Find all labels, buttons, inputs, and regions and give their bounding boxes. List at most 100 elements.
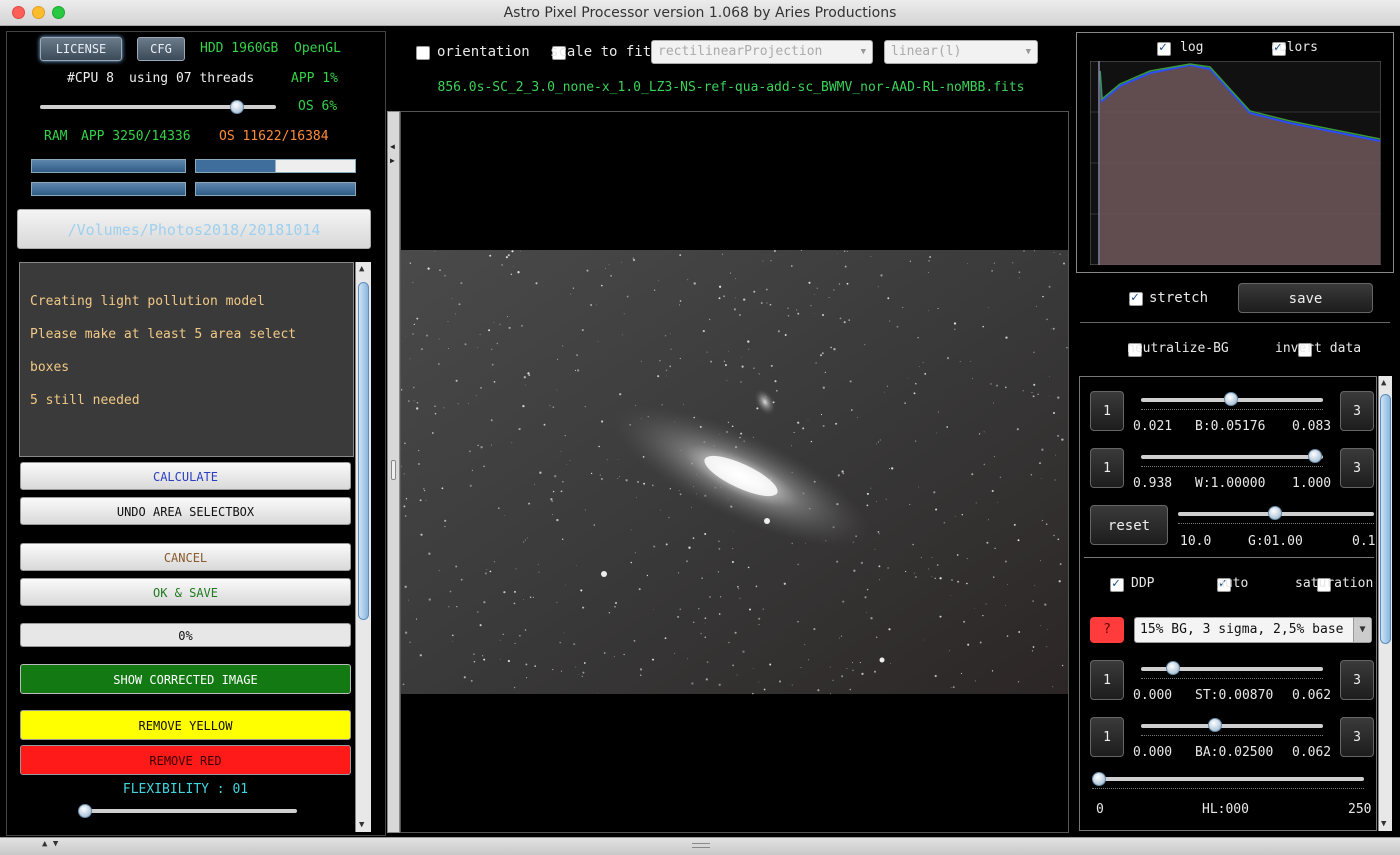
w-slider[interactable] <box>1141 455 1323 459</box>
thread-slider-knob[interactable] <box>230 100 244 114</box>
hl-slider[interactable] <box>1092 777 1364 781</box>
star <box>950 686 952 688</box>
left-scrollbar[interactable]: ▲ ▼ <box>355 262 371 832</box>
calculate-button[interactable]: CALCULATE <box>20 462 351 490</box>
working-directory[interactable]: /Volumes/Photos2018/20181014 <box>17 209 371 249</box>
star <box>710 360 713 363</box>
panel-divider[interactable]: ◀ ▶ <box>387 111 400 833</box>
star <box>928 260 930 262</box>
star <box>870 617 873 620</box>
star <box>718 613 721 615</box>
expand-up-icon[interactable]: ▲ ▼ <box>42 839 58 849</box>
star <box>470 679 473 682</box>
scroll-down-icon[interactable]: ▼ <box>1381 819 1386 829</box>
stretch-mode-select[interactable]: linear(l) ▼ <box>884 40 1038 64</box>
hl-value: HL:000 <box>1202 802 1249 817</box>
save-button[interactable]: save <box>1238 283 1373 313</box>
b-min: 0.021 <box>1133 419 1173 434</box>
star <box>1044 603 1047 606</box>
ba-slider-knob[interactable] <box>1208 718 1222 732</box>
star <box>630 561 633 564</box>
zoom-window-button[interactable] <box>52 6 65 19</box>
star <box>988 307 989 308</box>
collapse-left-icon[interactable]: ◀ <box>390 142 395 151</box>
scroll-up-icon[interactable]: ▲ <box>1381 378 1386 388</box>
image-viewport[interactable] <box>400 111 1069 833</box>
scale-to-fit-label: scale to fit <box>550 44 652 60</box>
w-slider-knob[interactable] <box>1308 449 1322 463</box>
star <box>661 404 663 406</box>
projection-select[interactable]: rectilinearProjection ▼ <box>651 40 873 64</box>
w-decrease-button[interactable]: 1 <box>1090 448 1124 488</box>
resize-grip-icon[interactable] <box>692 843 710 848</box>
remove-yellow-button[interactable]: REMOVE YELLOW <box>20 710 351 740</box>
stretch-checkbox[interactable] <box>1129 290 1143 306</box>
galaxy-image[interactable] <box>401 112 1068 832</box>
right-panel: log colors stretch save neutralize-BG in… <box>1076 31 1394 836</box>
star <box>489 254 492 257</box>
show-corrected-button[interactable]: SHOW CORRECTED IMAGE <box>20 664 351 694</box>
g-slider-knob[interactable] <box>1268 506 1282 520</box>
hl-slider-knob[interactable] <box>1092 772 1106 786</box>
log-line: 5 still needed <box>30 393 140 408</box>
st-slider-knob[interactable] <box>1166 661 1180 675</box>
star <box>937 307 939 310</box>
st-increase-button[interactable]: 3 <box>1340 660 1374 700</box>
b-slider-knob[interactable] <box>1224 392 1238 406</box>
b-decrease-button[interactable]: 1 <box>1090 391 1124 431</box>
orientation-checkbox[interactable] <box>416 45 430 60</box>
minimize-window-button[interactable] <box>32 6 45 19</box>
star <box>490 419 493 422</box>
cfg-button[interactable]: CFG <box>137 37 185 61</box>
flexibility-slider[interactable] <box>79 809 297 813</box>
star <box>704 636 707 639</box>
scrollbar-thumb[interactable] <box>358 282 369 620</box>
star <box>835 422 838 425</box>
star <box>753 367 755 370</box>
star <box>1042 295 1044 298</box>
auto-label: auto <box>1217 576 1249 591</box>
scrollbar-thumb[interactable] <box>1380 394 1391 644</box>
star <box>552 490 555 493</box>
undo-area-button[interactable]: UNDO AREA SELECTBOX <box>20 497 351 525</box>
scroll-down-icon[interactable]: ▼ <box>359 820 364 830</box>
star <box>434 405 436 407</box>
ok-save-button[interactable]: OK & SAVE <box>20 578 351 606</box>
star <box>909 503 911 505</box>
divider-grip[interactable] <box>391 460 396 480</box>
star <box>709 596 711 598</box>
license-button[interactable]: LICENSE <box>40 37 122 61</box>
ddp-checkbox[interactable] <box>1110 576 1124 592</box>
star <box>448 606 450 608</box>
w-increase-button[interactable]: 3 <box>1340 448 1374 488</box>
b-increase-button[interactable]: 3 <box>1340 391 1374 431</box>
star <box>1039 560 1041 562</box>
ddp-preset-select[interactable]: 15% BG, 3 sigma, 2,5% base ▼ <box>1134 617 1372 643</box>
star <box>1018 631 1021 633</box>
log-checkbox[interactable] <box>1157 40 1171 56</box>
star <box>996 384 998 387</box>
st-value: ST:0.00870 <box>1195 688 1274 703</box>
reset-button[interactable]: reset <box>1090 505 1168 545</box>
scroll-up-icon[interactable]: ▲ <box>359 264 364 274</box>
star <box>727 421 730 424</box>
star <box>1038 462 1042 465</box>
ba-increase-button[interactable]: 3 <box>1340 717 1374 757</box>
ba-decrease-button[interactable]: 1 <box>1090 717 1124 757</box>
close-window-button[interactable] <box>12 6 25 19</box>
help-button[interactable]: ? <box>1090 617 1124 643</box>
remove-red-button[interactable]: REMOVE RED <box>20 745 351 775</box>
star <box>522 404 525 408</box>
flexibility-slider-knob[interactable] <box>78 804 92 818</box>
star <box>797 563 800 566</box>
star <box>1058 580 1061 583</box>
cancel-button[interactable]: CANCEL <box>20 543 351 571</box>
ba-slider[interactable] <box>1141 724 1323 728</box>
star <box>416 401 419 404</box>
star <box>1057 434 1060 437</box>
right-scrollbar[interactable]: ▲ ▼ <box>1378 376 1392 831</box>
star <box>413 323 415 326</box>
star <box>526 537 528 539</box>
collapse-right-icon[interactable]: ▶ <box>390 156 395 165</box>
st-decrease-button[interactable]: 1 <box>1090 660 1124 700</box>
